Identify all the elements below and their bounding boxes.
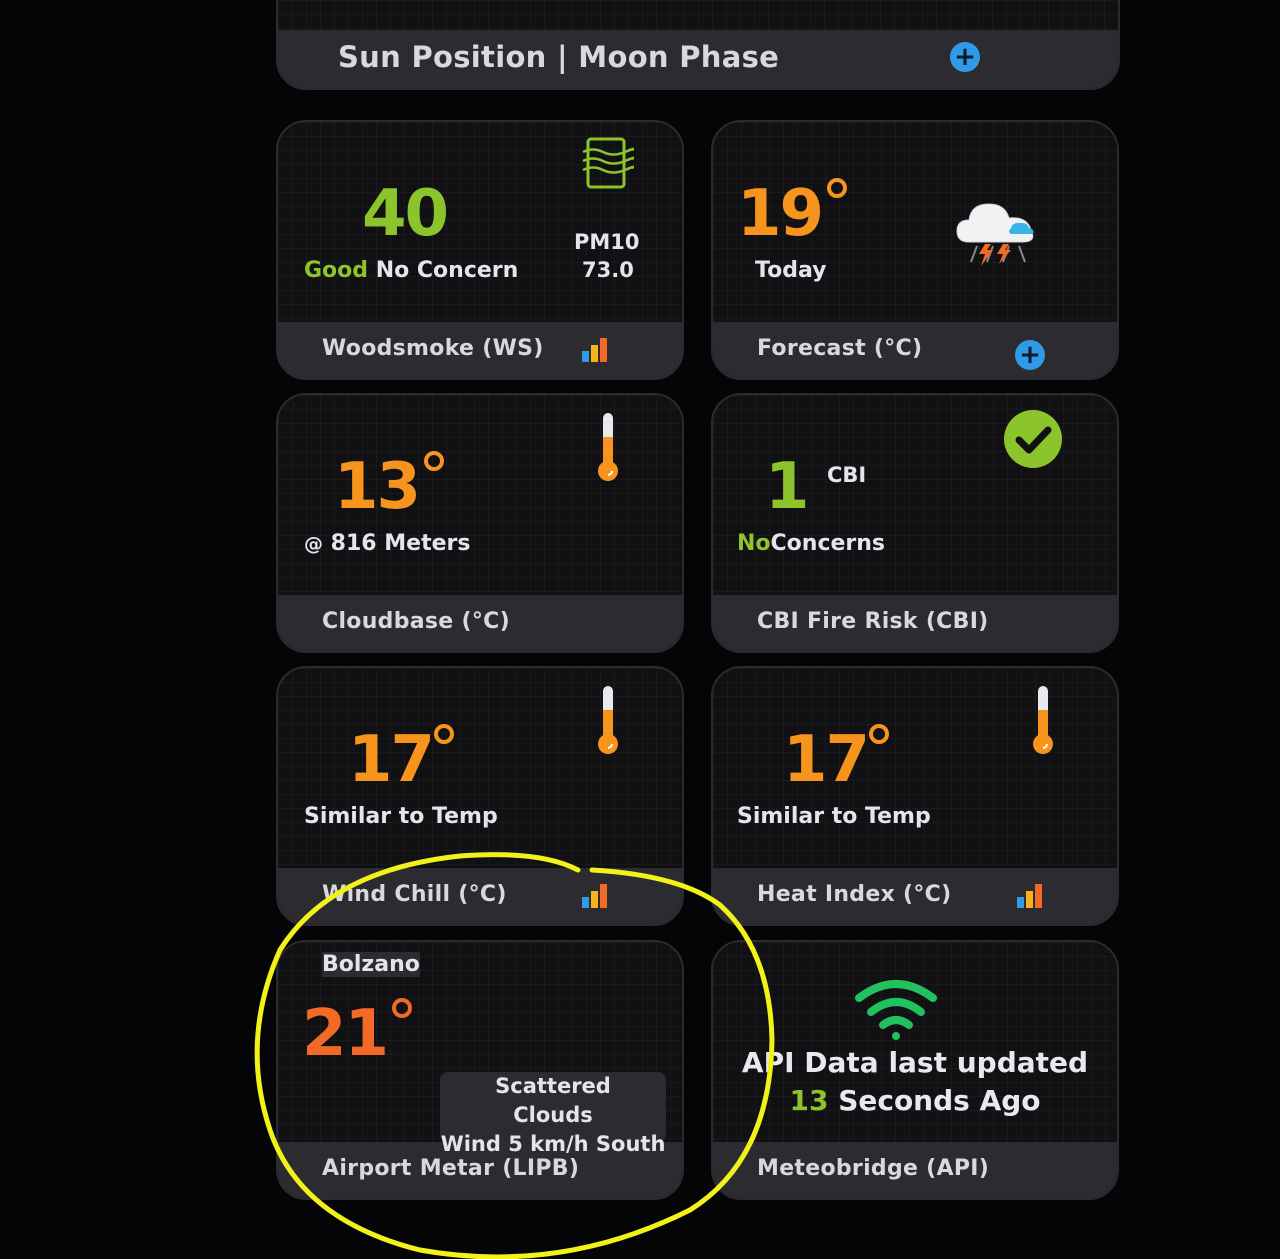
cloudbase-height: 816 Meters	[330, 531, 471, 556]
card-footer: Wind Chill (°C)	[278, 868, 682, 924]
cloudbase-value: 13	[334, 450, 421, 524]
api-line2: 13 Seconds Ago	[713, 1082, 1117, 1120]
card-footer: Cloudbase (°C)	[278, 595, 682, 651]
woodsmoke-value: 40	[362, 177, 449, 251]
cbi-status: NoConcerns	[737, 531, 885, 556]
metar-value: 21	[302, 997, 389, 1071]
degree-symbol	[424, 451, 444, 471]
api-line1: API Data last updated	[741, 1046, 1089, 1079]
api-card[interactable]: API Data last updated 13 Seconds Ago Met…	[711, 940, 1119, 1200]
sun-moon-label: Sun Position | Moon Phase	[338, 40, 780, 74]
degree-symbol	[434, 724, 454, 744]
forecast-card[interactable]: 19 Today Forecast (°C) +	[711, 120, 1119, 380]
card-footer: Meteobridge (API)	[713, 1142, 1117, 1198]
wind-chill-sub: Similar to Temp	[304, 804, 498, 829]
heat-index-sub: Similar to Temp	[737, 804, 931, 829]
thunderstorm-cloud-icon	[956, 203, 1034, 266]
bar-chart-icon[interactable]	[582, 884, 608, 908]
wind-chill-value: 17	[348, 723, 435, 797]
heat-index-label: Heat Index (°C)	[757, 882, 952, 907]
heat-index-value: 17	[783, 723, 870, 797]
cbi-card[interactable]: 1 CBI NoConcerns CBI Fire Risk (CBI)	[711, 393, 1119, 653]
card-footer: Woodsmoke (WS)	[278, 322, 682, 378]
card-footer: Sun Position | Moon Phase +	[278, 30, 1118, 88]
bar-chart-icon[interactable]	[1017, 884, 1043, 908]
card-footer: CBI Fire Risk (CBI)	[713, 595, 1117, 651]
card-footer: Forecast (°C) +	[713, 322, 1117, 378]
bar-chart-icon[interactable]	[582, 338, 608, 362]
cbi-status-rest: Concerns	[770, 531, 886, 556]
api-label: Meteobridge (API)	[757, 1156, 990, 1181]
woodsmoke-card[interactable]: 40 Good No Concern PM10 73.0 Woodsmoke (…	[276, 120, 684, 380]
heat-index-card[interactable]: 17 Similar to Temp Heat Index (°C)	[711, 666, 1119, 926]
wind-chill-card[interactable]: 17 Similar to Temp Wind Chill (°C)	[276, 666, 684, 926]
forecast-value: 19	[737, 177, 824, 251]
forecast-sub: Today	[755, 258, 827, 283]
expand-plus-icon[interactable]: +	[1015, 340, 1045, 370]
smoke-filter-icon	[582, 137, 634, 189]
cbi-value: 1	[765, 450, 810, 524]
forecast-label: Forecast (°C)	[757, 336, 923, 361]
api-seconds: 13	[789, 1084, 829, 1117]
wind-chill-label: Wind Chill (°C)	[322, 882, 507, 907]
woodsmoke-status-rest: No Concern	[375, 258, 519, 283]
degree-symbol	[392, 998, 412, 1018]
metar-label: Airport Metar (LIPB)	[322, 1156, 580, 1181]
api-status: API Data last updated 13 Seconds Ago	[713, 1044, 1117, 1120]
checkmark-icon	[1004, 410, 1062, 468]
wifi-icon	[855, 980, 937, 1040]
cbi-unit: CBI	[827, 463, 867, 487]
degree-symbol	[827, 178, 847, 198]
cloudbase-sub: @ 816 Meters	[304, 531, 470, 556]
sun-moon-card: Sun Position | Moon Phase +	[276, 0, 1120, 90]
cbi-status-word: No	[737, 531, 771, 556]
woodsmoke-status-word: Good	[304, 258, 369, 283]
woodsmoke-status: Good No Concern	[304, 258, 518, 283]
metar-city: Bolzano	[322, 952, 420, 977]
pm10-value: 73.0	[582, 258, 634, 282]
cbi-label: CBI Fire Risk (CBI)	[757, 609, 989, 634]
thermometer-icon	[598, 413, 618, 481]
cloudbase-label: Cloudbase (°C)	[322, 609, 510, 634]
thermometer-icon	[1033, 686, 1053, 754]
pm10-name: PM10	[574, 230, 640, 254]
metar-conditions-box: Scattered Clouds Wind 5 km/h South	[440, 1072, 666, 1156]
at-symbol: @	[304, 533, 323, 555]
metar-wind: Wind 5 km/h South	[440, 1132, 666, 1156]
api-line2-rest: Seconds Ago	[838, 1084, 1041, 1117]
card-footer: Heat Index (°C)	[713, 868, 1117, 924]
metar-condition-line1: Scattered	[495, 1074, 611, 1098]
expand-plus-icon[interactable]: +	[950, 42, 980, 72]
metar-card[interactable]: Bolzano 21 Airport Metar (LIPB) Scattere…	[276, 940, 684, 1200]
thermometer-icon	[598, 686, 618, 754]
woodsmoke-label: Woodsmoke (WS)	[322, 336, 544, 361]
metar-condition-line2: Clouds	[513, 1103, 593, 1127]
cloudbase-card[interactable]: 13 @ 816 Meters Cloudbase (°C)	[276, 393, 684, 653]
degree-symbol	[869, 724, 889, 744]
